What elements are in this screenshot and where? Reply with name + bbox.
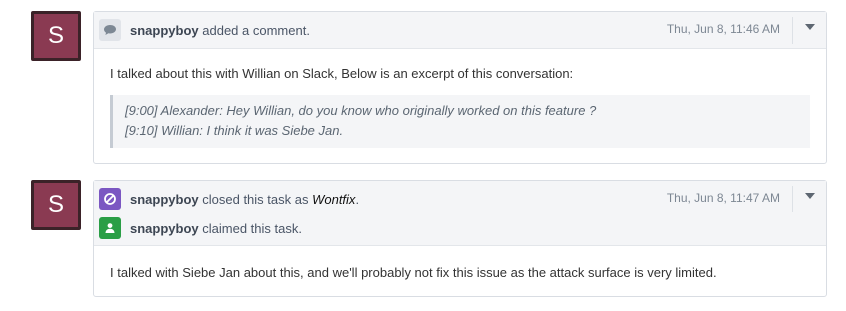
action-text: added a comment. [202,22,310,38]
chevron-down-icon[interactable] [805,24,815,30]
event-text: snappyboy claimed this task. [130,221,302,236]
header-divider [792,186,793,212]
comment-card: snappyboy added a comment. Thu, Jun 8, 1… [93,11,827,164]
closed-event-row: snappyboy closed this task as Wontfix. [99,188,359,210]
comment-icon [99,19,121,41]
comment-header: snappyboy added a comment. Thu, Jun 8, 1… [94,12,826,49]
closed-icon [99,188,121,210]
username-link[interactable]: snappyboy [130,192,199,207]
claimed-event-row: snappyboy claimed this task. [99,217,302,239]
event-text: snappyboy closed this task as Wontfix. [130,192,359,207]
quote-line: [9:00] Alexander: Hey Willian, do you kn… [125,103,597,118]
chevron-down-icon[interactable] [805,193,815,199]
comment-body: I talked about this with Willian on Slac… [110,66,574,81]
username-link[interactable]: snappyboy [130,221,199,236]
action-text: claimed this task. [202,220,302,236]
user-avatar[interactable]: S [31,180,81,230]
comment-body: I talked with Siebe Jan about this, and … [110,265,717,280]
timestamp-link[interactable]: Thu, Jun 8, 11:46 AM [667,22,780,36]
comment-header: snappyboy closed this task as Wontfix. s… [94,181,826,246]
comment-card: snappyboy closed this task as Wontfix. s… [93,180,827,297]
timestamp-link[interactable]: Thu, Jun 8, 11:47 AM [667,191,780,205]
status-text: Wontfix [312,191,356,207]
comment-event-row: snappyboy added a comment. [99,19,310,41]
user-avatar[interactable]: S [31,11,81,61]
header-divider [792,17,793,44]
blockquote: [9:00] Alexander: Hey Willian, do you kn… [110,95,810,148]
quote-line: [9:10] Willian: I think it was Siebe Jan… [125,123,344,138]
event-text: snappyboy added a comment. [130,23,310,38]
username-link[interactable]: snappyboy [130,23,199,38]
action-text: closed this task as [202,191,309,207]
user-icon [99,217,121,239]
status-suffix: . [355,191,360,207]
